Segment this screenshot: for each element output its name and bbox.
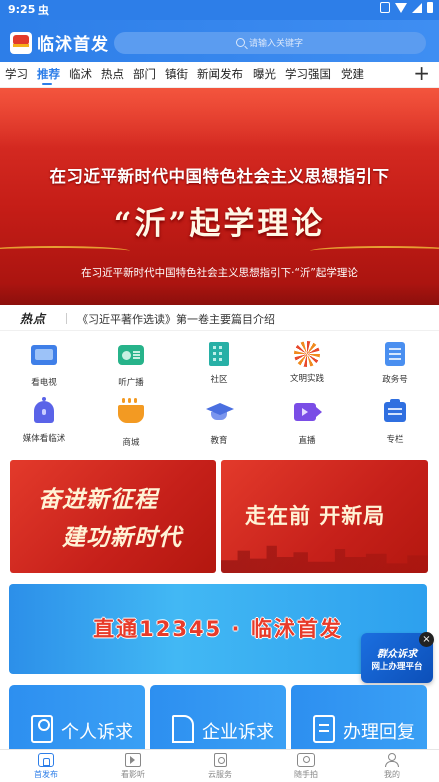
service-icon	[213, 753, 227, 767]
film-icon	[125, 753, 141, 767]
radio-icon	[118, 345, 144, 365]
banner-headline: 在习近平新时代中国特色社会主义思想指引下	[49, 167, 390, 186]
tab-town[interactable]: 镇街	[165, 66, 188, 82]
tab-recommend[interactable]: 推荐	[37, 66, 60, 82]
tab-study[interactable]: 学习	[5, 66, 28, 82]
video-icon	[294, 403, 322, 421]
tv-icon	[31, 345, 57, 365]
search-icon	[236, 38, 245, 47]
nav-media[interactable]: 看影听	[103, 753, 163, 780]
app-screen: 9:25 虫 临沭首发 请输入关键字 学习 推荐 临沭 热点 部门 镇街 新闻发…	[0, 0, 439, 782]
banner-slogan: “沂”起学理论	[113, 206, 326, 242]
grid-item-media[interactable]: 媒体看临沭	[14, 397, 74, 444]
grid-item-gov-account[interactable]: 政务号	[365, 341, 425, 385]
personal-appeal-button[interactable]: 个人诉求	[9, 685, 145, 749]
nav-home[interactable]: 首发布	[16, 753, 76, 780]
tab-party[interactable]: 党建	[341, 66, 364, 82]
app-logo-icon	[10, 32, 32, 54]
service-grid: 看电视 听广播 社区 文明实践 政务号 媒体看临沭 商城 教育 直播 专栏	[0, 335, 439, 448]
app-header: 临沭首发 请输入关键字	[0, 20, 439, 62]
skyline-illustration	[221, 545, 428, 573]
tab-linshu[interactable]: 临沭	[69, 66, 92, 82]
grid-item-civilization[interactable]: 文明实践	[277, 341, 337, 384]
promo-card-new-journey[interactable]: 奋进新征程 建功新时代	[10, 460, 216, 573]
status-icons	[380, 2, 433, 13]
notification-icon: 虫	[38, 4, 49, 17]
grid-item-education[interactable]: 教育	[189, 399, 249, 446]
building-icon	[172, 715, 194, 743]
building-icon	[209, 342, 229, 366]
nav-cloud-service[interactable]: 云服务	[190, 753, 250, 780]
vibrate-icon	[380, 2, 390, 13]
grid-item-column[interactable]: 专栏	[365, 399, 425, 445]
profile-icon	[385, 753, 399, 767]
document-icon	[385, 342, 405, 366]
reply-document-icon	[313, 715, 335, 743]
close-icon[interactable]: ×	[419, 632, 434, 647]
tab-study-strong[interactable]: 学习强国	[285, 66, 331, 82]
app-title: 临沭首发	[37, 35, 109, 55]
grid-item-live[interactable]: 直播	[277, 399, 337, 446]
search-placeholder: 请输入关键字	[249, 39, 304, 49]
graduation-cap-icon	[206, 403, 234, 429]
status-time: 9:25	[8, 3, 36, 16]
grid-item-tv[interactable]: 看电视	[14, 341, 74, 388]
status-bar: 9:25 虫	[0, 0, 439, 20]
bottom-navigation: 首发布 看影听 云服务 随手拍 我的	[0, 749, 439, 782]
grid-item-mall[interactable]: 商城	[101, 398, 161, 448]
promo-card-go-first[interactable]: 走在前 开新局	[221, 460, 428, 573]
hero-banner[interactable]: 在习近平新时代中国特色社会主义思想指引下 “沂”起学理论 在习近平新时代中国特色…	[0, 88, 439, 305]
grid-item-community[interactable]: 社区	[189, 341, 249, 385]
cup-icon	[118, 398, 144, 423]
hot-news-text[interactable]: 《习近平著作选读》第一卷主要篇目介绍	[77, 311, 275, 327]
hot-label: 热点	[20, 312, 47, 326]
search-input[interactable]: 请输入关键字	[114, 32, 426, 54]
active-tab-indicator	[42, 83, 52, 85]
tab-hot[interactable]: 热点	[101, 66, 124, 82]
camera-icon	[297, 753, 315, 767]
add-tab-button[interactable]: +	[413, 63, 430, 83]
tab-press[interactable]: 新闻发布	[197, 66, 243, 82]
bell-icon	[34, 397, 54, 423]
person-icon	[31, 715, 53, 743]
handling-reply-button[interactable]: 办理回复	[291, 685, 427, 749]
wifi-icon	[395, 3, 407, 13]
grid-item-radio[interactable]: 听广播	[101, 341, 161, 388]
flower-icon	[294, 341, 320, 367]
category-tabs: 学习 推荐 临沭 热点 部门 镇街 新闻发布 曝光 学习强国 党建 +	[0, 62, 439, 88]
home-icon	[38, 753, 54, 767]
enterprise-appeal-button[interactable]: 企业诉求	[150, 685, 286, 749]
column-icon	[384, 399, 406, 422]
nav-profile[interactable]: 我的	[362, 753, 422, 780]
signal-icon	[412, 2, 422, 13]
battery-icon	[427, 2, 433, 13]
tab-department[interactable]: 部门	[133, 66, 156, 82]
hot-news-ticker[interactable]: 热点 《习近平著作选读》第一卷主要篇目介绍	[0, 305, 439, 331]
banner-caption: 在习近平新时代中国特色社会主义思想指引下·“沂”起学理论	[81, 267, 358, 279]
nav-snapshot[interactable]: 随手拍	[276, 753, 336, 780]
tab-exposure[interactable]: 曝光	[253, 66, 276, 82]
